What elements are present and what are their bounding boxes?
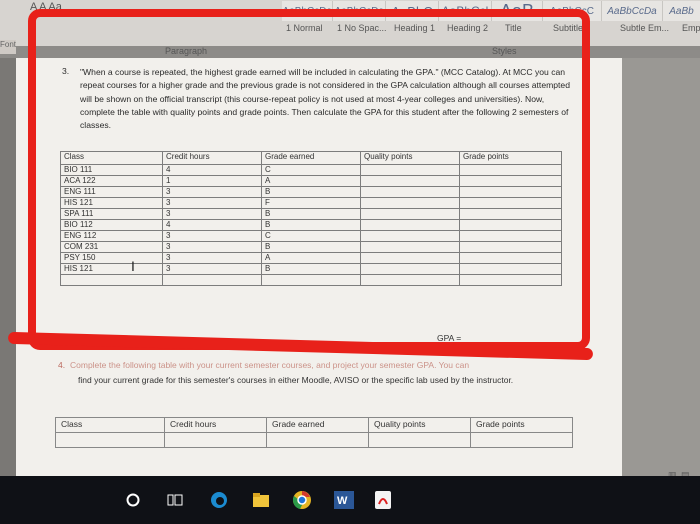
table2-row: [55, 432, 573, 448]
style-label-subtle-em: Subtle Em...: [620, 23, 670, 33]
chrome-icon[interactable]: [291, 489, 313, 511]
header2-credit-hours: Credit hours: [164, 417, 267, 433]
style-label-emp: Emp: [682, 23, 700, 33]
acrobat-icon[interactable]: [372, 489, 394, 511]
left-margin: [0, 58, 16, 476]
start-icon[interactable]: [122, 489, 144, 511]
cell-empty[interactable]: [368, 432, 471, 448]
current-semester-table: Class Credit hours Grade earned Quality …: [55, 417, 573, 448]
question-4-number: 4.: [58, 360, 66, 370]
header2-grade-points: Grade points: [470, 417, 573, 433]
cell-empty[interactable]: [470, 432, 573, 448]
svg-text:W: W: [337, 495, 348, 507]
header2-grade-earned: Grade earned: [266, 417, 369, 433]
edge-icon[interactable]: [208, 489, 230, 511]
header2-class: Class: [55, 417, 165, 433]
cell-empty[interactable]: [266, 432, 369, 448]
cell-empty[interactable]: [55, 432, 165, 448]
task-view-icon[interactable]: [164, 489, 186, 511]
file-explorer-icon[interactable]: [250, 489, 272, 511]
style-subtle-emphasis[interactable]: AaBbCcDa: [602, 1, 663, 21]
word-icon[interactable]: W: [333, 489, 355, 511]
question-4-text: find your current grade for this semeste…: [78, 375, 514, 385]
table2-header-row: Class Credit hours Grade earned Quality …: [55, 417, 573, 433]
group-label-font: Font: [0, 40, 16, 54]
style-emphasis[interactable]: AaBb: [663, 1, 700, 21]
right-margin: [622, 58, 700, 476]
cell-empty[interactable]: [164, 432, 267, 448]
red-annotation-outline: [28, 9, 590, 350]
header2-quality-points: Quality points: [368, 417, 471, 433]
question-4-line1: Complete the following table with your c…: [70, 360, 470, 370]
